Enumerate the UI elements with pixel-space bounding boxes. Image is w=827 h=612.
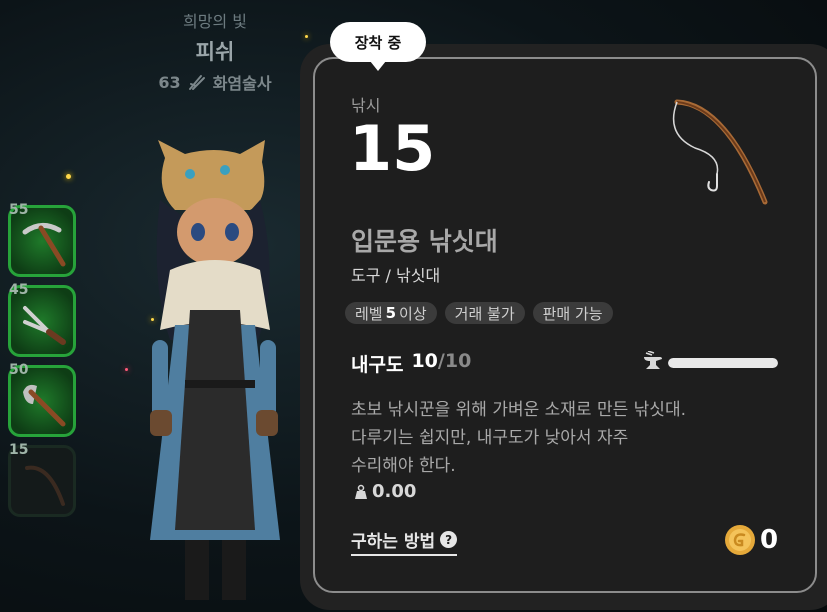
durability-bar-fill <box>668 358 778 368</box>
tag-level-requirement: 레벨 5 이상 <box>345 302 437 324</box>
skill-slot-gathering[interactable]: 45 <box>8 282 76 357</box>
slot-level: 55 <box>9 202 29 218</box>
item-category: 도구 / 낚싯대 <box>351 266 441 285</box>
fishing-rod-image <box>672 99 768 205</box>
pickaxe-icon <box>22 223 66 267</box>
sparkle <box>66 174 71 179</box>
shears-icon <box>23 306 66 345</box>
skill-level: 15 <box>349 112 436 185</box>
character-class: 화염술사 <box>212 74 272 93</box>
question-icon: ? <box>440 531 458 548</box>
fishing-rod-icon <box>25 465 65 506</box>
character-level: 63 <box>158 72 181 92</box>
price-value: 0 <box>760 525 779 555</box>
tag-level-prefix: 레벨 <box>355 304 383 323</box>
tag-level-value: 5 <box>385 304 397 322</box>
skill-slot-logging[interactable]: 50 <box>8 362 76 437</box>
character-name: 피쉬 <box>195 40 235 64</box>
tag-level-suffix: 이상 <box>399 304 427 323</box>
skill-slot-mining[interactable]: 55 <box>8 202 76 277</box>
sparkle <box>305 35 308 38</box>
howto-label: 구하는 방법 <box>351 532 436 552</box>
skill-slot-fishing[interactable]: 15 <box>8 442 76 517</box>
howto-link[interactable]: 구하는 방법 ? <box>351 527 458 556</box>
item-weight: 0.00 <box>354 481 416 502</box>
durability-bar <box>668 358 778 368</box>
item-description: 초보 낚시꾼을 위해 가벼운 소재로 만든 낚싯대. 다루기는 쉽지만, 내구도… <box>351 400 686 476</box>
durability-label: 내구도 10 /10 <box>351 350 471 377</box>
character-class-row: 63 화염술사 <box>140 70 290 94</box>
character-avatar <box>150 140 280 600</box>
gold-coin-icon <box>725 525 755 555</box>
class-icon <box>188 75 205 90</box>
tag-trade: 거래 불가 <box>444 302 525 324</box>
sparkle <box>125 368 128 371</box>
durability-title: 내구도 <box>351 354 404 376</box>
slot-level: 50 <box>9 362 29 378</box>
slot-level: 45 <box>9 282 29 298</box>
tag-sell: 판매 가능 <box>532 302 613 324</box>
durability-max: /10 <box>437 350 472 372</box>
weight-value: 0.00 <box>372 481 417 502</box>
character-header: 희망의 빛 피쉬 63 화염술사 <box>140 8 290 94</box>
item-name: 입문용 낚싯대 <box>351 227 498 256</box>
item-price: 0 <box>724 524 778 556</box>
character-title: 희망의 빛 <box>183 12 247 31</box>
axe-icon <box>23 384 66 427</box>
equipped-badge: 장착 중 <box>330 22 426 71</box>
durability-current: 10 <box>411 350 438 372</box>
item-tags: 레벨 5 이상 거래 불가 판매 가능 <box>345 302 613 324</box>
weight-icon <box>355 484 367 499</box>
anvil-icon <box>644 351 662 369</box>
slot-level: 15 <box>9 442 29 458</box>
